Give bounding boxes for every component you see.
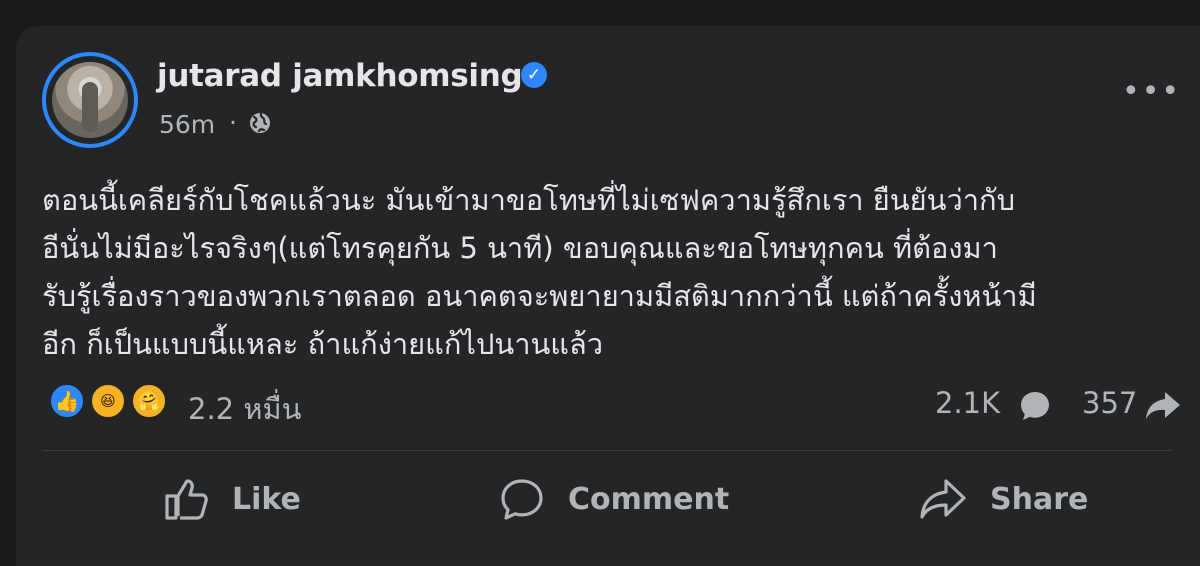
comment-label: Comment	[568, 481, 730, 517]
like-label: Like	[232, 481, 301, 517]
meta-separator: ·	[229, 108, 237, 137]
more-options-icon[interactable]: •••	[1122, 77, 1179, 107]
comment-count[interactable]: 2.1K	[935, 386, 1000, 420]
actions-divider	[42, 450, 1172, 451]
share-button[interactable]: Share	[918, 468, 1088, 530]
haha-reaction-icon: 😆	[89, 382, 127, 420]
like-reaction-icon: 👍	[48, 382, 86, 420]
post-text-line: ตอนนี้เคลียร์กับโชคแล้วนะ มันเข้ามาขอโทษ…	[42, 183, 1015, 217]
avatar[interactable]	[42, 52, 138, 148]
share-label: Share	[990, 481, 1089, 517]
author-name[interactable]: jutarad jamkhomsing	[157, 58, 523, 94]
share-count[interactable]: 357	[1082, 386, 1137, 420]
comment-count-icon	[1021, 392, 1049, 420]
thumbs-up-icon	[165, 479, 208, 520]
comment-icon	[501, 479, 543, 520]
reaction-count[interactable]: 2.2 หมื่น	[188, 386, 301, 432]
share-count-icon	[1146, 392, 1180, 419]
post-body: ตอนนี้เคลียร์กับโชคแล้วนะ มันเข้ามาขอโทษ…	[42, 176, 1177, 368]
post-text-line: อีนั่นไม่มีอะไรจริงๆ(แต่โทรคุยกัน 5 นาที…	[42, 231, 998, 265]
comment-button[interactable]: Comment	[498, 468, 729, 530]
profile-photo	[52, 62, 128, 138]
globe-icon	[250, 112, 270, 133]
post-time[interactable]: 56m	[159, 110, 215, 139]
care-reaction-icon: 🤗	[130, 382, 168, 420]
share-icon	[920, 479, 966, 519]
verified-badge-icon: ✓	[521, 62, 547, 88]
like-button[interactable]: Like	[162, 468, 301, 530]
post-text-line: รับรู้เรื่องราวของพวกเราตลอด อนาคตจะพยาย…	[42, 279, 1037, 313]
post-text-line: อีก ก็เป็นแบบนี้แหละ ถ้าแก้ง่ายแก้ไปนานแ…	[42, 327, 604, 361]
